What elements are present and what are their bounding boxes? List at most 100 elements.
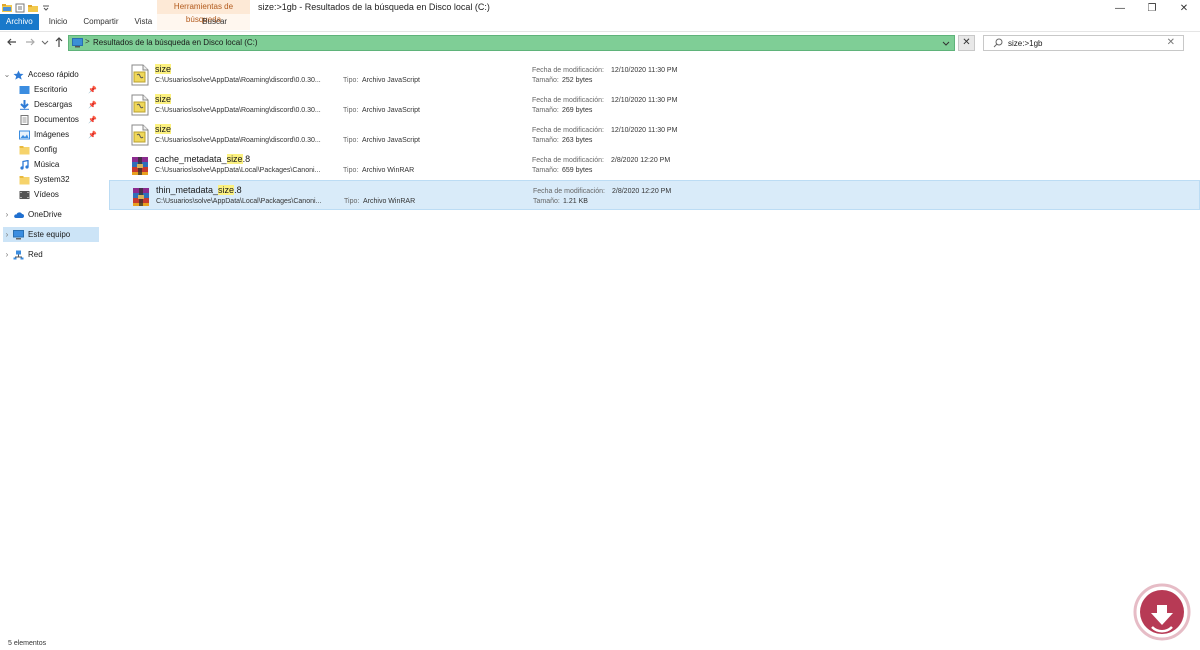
sidebar-item-musica[interactable]: Música: [9, 157, 100, 172]
status-bar: 5 elementos: [0, 640, 1200, 650]
sidebar-item-config[interactable]: Config: [9, 142, 100, 157]
size-label: Tamaño:: [533, 198, 560, 205]
chevron-right-icon[interactable]: ›: [3, 250, 11, 259]
star-icon: [13, 70, 24, 80]
file-type: Archivo WinRAR: [363, 198, 416, 205]
arrow-left-icon: [7, 38, 16, 46]
arrow-right-icon: [26, 38, 35, 46]
size-label: Tamaño:: [532, 107, 559, 114]
cloud-icon: [14, 211, 24, 218]
chevron-down-icon[interactable]: [941, 37, 951, 49]
search-input[interactable]: [1008, 37, 1158, 49]
tab-archivo[interactable]: Archivo: [0, 14, 39, 30]
sidebar-item-label: Config: [34, 145, 58, 154]
close-button[interactable]: ✕: [1168, 0, 1200, 16]
pictures-icon: [19, 130, 30, 139]
file-date: 2/8/2020 12:20 PM: [612, 188, 672, 195]
sidebar-item-documentos[interactable]: Documentos 📌: [9, 112, 100, 127]
forward-button[interactable]: [24, 36, 36, 48]
new-folder-icon[interactable]: [28, 3, 38, 13]
file-type: Archivo JavaScript: [362, 107, 420, 114]
pin-icon[interactable]: 📌: [88, 101, 97, 109]
sidebar-item-label: System32: [34, 175, 70, 184]
date-label: Fecha de modificación:: [532, 67, 604, 74]
window-controls: — ❐ ✕: [1104, 0, 1200, 16]
tab-compartir[interactable]: Compartir: [75, 14, 126, 30]
sidebar-item-label: Documentos: [34, 115, 79, 124]
minimize-button[interactable]: —: [1104, 0, 1136, 16]
sidebar-item-label: Red: [28, 250, 43, 259]
watermark-logo-icon: [1133, 583, 1191, 641]
sidebar-item-onedrive[interactable]: › OneDrive: [3, 207, 100, 222]
up-button[interactable]: [53, 36, 65, 48]
back-button[interactable]: [6, 36, 18, 48]
sidebar-item-label: Escritorio: [34, 85, 68, 94]
search-highlight: size: [155, 124, 172, 134]
music-icon: [20, 159, 29, 170]
tab-buscar[interactable]: Buscar: [168, 14, 261, 30]
search-results-icon: [72, 38, 83, 48]
file-type: Archivo JavaScript: [362, 137, 420, 144]
file-name[interactable]: size: [155, 94, 172, 104]
sidebar-item-label: OneDrive: [28, 210, 62, 219]
restore-button[interactable]: ❐: [1136, 0, 1168, 16]
search-highlight: size: [218, 185, 235, 195]
sidebar-item-videos[interactable]: Vídeos: [9, 187, 100, 202]
desktop-icon: [19, 85, 30, 94]
file-name[interactable]: cache_metadata_size.8: [155, 154, 250, 164]
type-label: Tipo:: [344, 198, 360, 205]
date-label: Fecha de modificación:: [532, 127, 604, 134]
chevron-right-icon[interactable]: ›: [3, 230, 11, 239]
size-label: Tamaño:: [532, 77, 559, 84]
list-item[interactable]: thin_metadata_size.8 C:\Usuarios\solve\A…: [109, 180, 1200, 210]
sidebar-item-red[interactable]: › Red: [3, 247, 100, 262]
clear-search-button[interactable]: ✕: [1167, 37, 1175, 49]
window-title: size:>1gb - Resultados de la búsqueda en…: [258, 2, 490, 12]
properties-icon[interactable]: [15, 3, 25, 13]
pin-icon[interactable]: 📌: [88, 116, 97, 124]
chevron-down-icon[interactable]: ⌄: [3, 70, 11, 79]
pin-icon[interactable]: 📌: [88, 86, 97, 94]
tab-vista[interactable]: Vista: [127, 14, 161, 30]
quick-access-toolbar: [2, 2, 51, 14]
recent-locations-button[interactable]: [39, 36, 51, 48]
javascript-file-icon: [131, 64, 149, 86]
list-item[interactable]: cache_metadata_size.8 C:\Usuarios\solve\…: [109, 150, 1200, 180]
chevron-down-icon[interactable]: [41, 3, 51, 13]
sidebar-item-system32[interactable]: System32: [9, 172, 100, 187]
arrow-up-icon: [55, 37, 63, 47]
tab-inicio[interactable]: Inicio: [41, 14, 76, 30]
file-name[interactable]: thin_metadata_size.8: [156, 185, 242, 195]
item-count: 5 elementos: [8, 640, 47, 647]
list-item[interactable]: size C:\Usuarios\solve\AppData\Roaming\d…: [109, 90, 1200, 120]
file-name[interactable]: size: [155, 124, 172, 134]
file-name[interactable]: size: [155, 64, 172, 74]
date-label: Fecha de modificación:: [532, 157, 604, 164]
breadcrumb[interactable]: Resultados de la búsqueda en Disco local…: [93, 38, 258, 47]
javascript-file-icon: [131, 124, 149, 146]
stop-search-button[interactable]: ✕: [958, 35, 975, 51]
sidebar-item-escritorio[interactable]: Escritorio 📌: [9, 82, 100, 97]
winrar-file-icon: [133, 188, 149, 206]
chevron-down-icon: [41, 40, 49, 45]
sidebar-item-descargas[interactable]: Descargas 📌: [9, 97, 100, 112]
type-label: Tipo:: [343, 167, 359, 174]
breadcrumb-separator: >: [85, 37, 90, 46]
chevron-right-icon[interactable]: ›: [3, 210, 11, 219]
search-highlight: size: [155, 64, 172, 74]
sidebar-item-imagenes[interactable]: Imágenes 📌: [9, 127, 100, 142]
file-path: C:\Usuarios\solve\AppData\Roaming\discor…: [155, 137, 321, 144]
size-label: Tamaño:: [532, 137, 559, 144]
computer-icon: [13, 229, 24, 239]
date-label: Fecha de modificación:: [533, 188, 605, 195]
pin-icon[interactable]: 📌: [88, 131, 97, 139]
list-item[interactable]: size C:\Usuarios\solve\AppData\Roaming\d…: [109, 60, 1200, 90]
address-bar[interactable]: > Resultados de la búsqueda en Disco loc…: [68, 35, 955, 51]
file-size: 1.21 KB: [563, 198, 588, 205]
search-box[interactable]: ✕: [983, 35, 1184, 51]
sidebar-item-este-equipo[interactable]: › Este equipo: [3, 227, 99, 242]
file-date: 12/10/2020 11:30 PM: [611, 97, 678, 104]
file-size: 269 bytes: [562, 107, 593, 114]
sidebar-item-acceso-rapido[interactable]: ⌄ Acceso rápido: [3, 67, 100, 82]
list-item[interactable]: size C:\Usuarios\solve\AppData\Roaming\d…: [109, 120, 1200, 150]
